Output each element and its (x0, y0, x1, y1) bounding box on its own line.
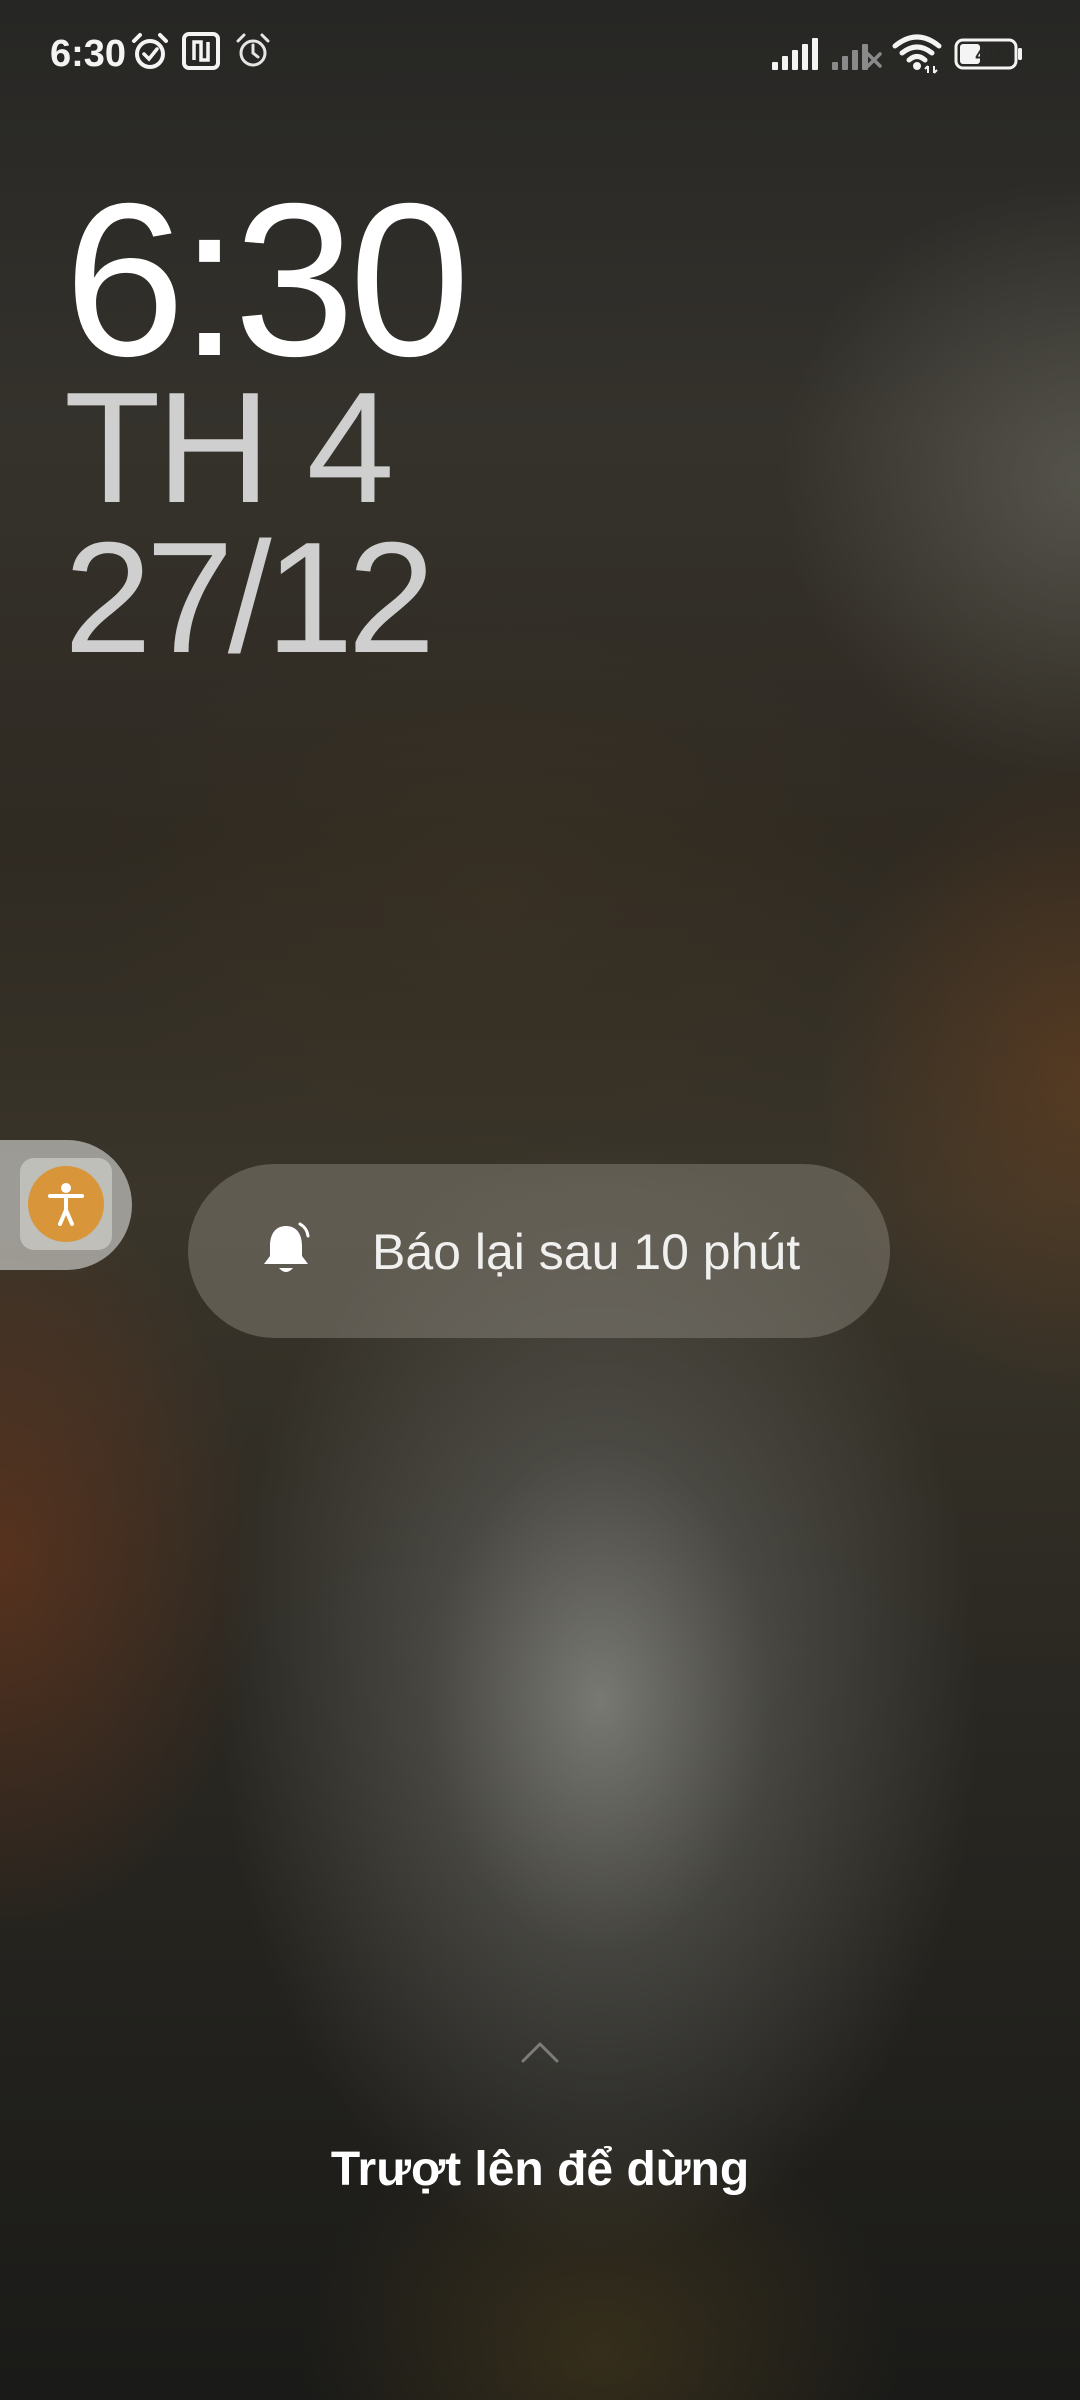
bell-icon (260, 1222, 312, 1283)
alarm-icon (234, 32, 272, 70)
signal-full-icon (770, 36, 820, 70)
battery-level: 40 (975, 45, 996, 66)
accessibility-icon (28, 1166, 104, 1242)
status-time: 6:30 (50, 33, 127, 75)
chevron-up-icon (520, 2040, 560, 2069)
slide-to-stop-label[interactable]: Trượt lên để dừng (0, 2140, 1080, 2200)
wifi-icon (892, 34, 942, 74)
lock-clock-time: 6:30 (64, 159, 470, 402)
signal-none-icon (830, 36, 882, 70)
accessibility-button-frame (20, 1158, 112, 1250)
lock-clock-date: 27/12 (64, 510, 435, 686)
accessibility-floating-button[interactable] (0, 1140, 132, 1270)
snooze-label: Báo lại sau 10 phút (372, 1224, 801, 1280)
alarm-clock-icon (130, 32, 170, 72)
lock-clock-day: TH 4 (64, 360, 394, 536)
battery-icon: 40 (954, 38, 1024, 70)
nfc-icon (182, 32, 220, 70)
status-bar: 6:30 40 (0, 0, 1080, 110)
snooze-button[interactable]: Báo lại sau 10 phút (188, 1164, 890, 1338)
